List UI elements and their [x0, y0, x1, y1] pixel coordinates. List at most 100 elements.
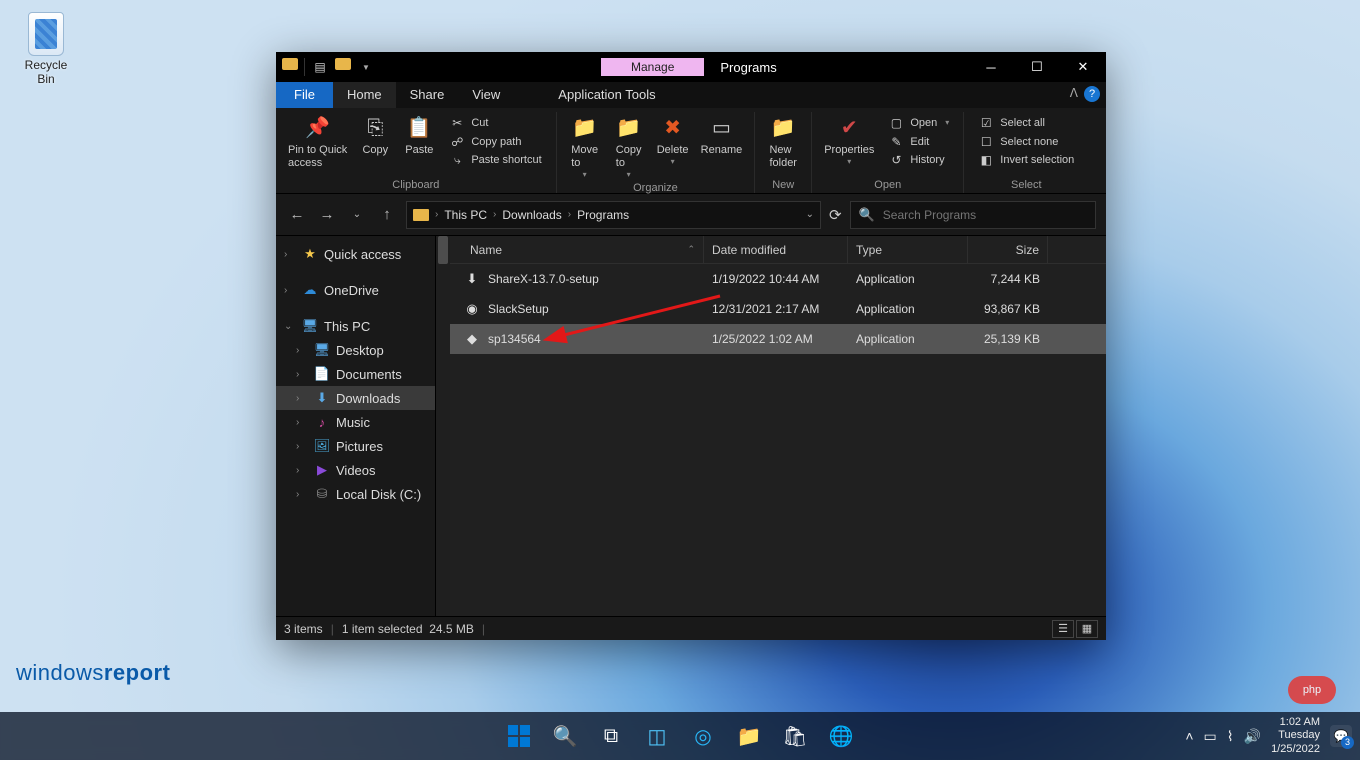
qat-properties-icon[interactable]: ▤	[311, 58, 329, 76]
edge-icon[interactable]: ◎	[683, 716, 723, 756]
menu-file[interactable]: File	[276, 82, 333, 108]
file-icon: ◆	[464, 331, 480, 347]
volume-icon[interactable]: 🔊	[1244, 728, 1261, 745]
tree-documents[interactable]: ›📄Documents	[276, 362, 435, 386]
history-button[interactable]: ↺History	[884, 151, 953, 170]
minimize-button[interactable]: ─	[968, 52, 1014, 82]
help-icon[interactable]: ?	[1084, 86, 1100, 102]
paste-button[interactable]: 📋Paste	[397, 112, 441, 159]
menu-share[interactable]: Share	[396, 82, 459, 108]
file-pane: Name⌃ Date modified Type Size ⬇ShareX-13…	[450, 236, 1106, 616]
qat-newfolder-icon[interactable]	[335, 58, 351, 70]
app-icon	[282, 58, 298, 70]
nav-forward-icon[interactable]: →	[316, 204, 338, 226]
wifi-icon[interactable]: ⌇	[1227, 728, 1234, 745]
view-details-icon[interactable]: ☰	[1052, 620, 1074, 638]
invert-button[interactable]: ◧Invert selection	[974, 151, 1078, 170]
titlebar[interactable]: ▤ ▼ Manage Programs ─ ☐ ✕	[276, 52, 1106, 82]
tree-scrollbar[interactable]	[436, 236, 450, 616]
view-large-icon[interactable]: ▦	[1076, 620, 1098, 638]
cut-button[interactable]: ✂Cut	[445, 114, 545, 133]
nav-up-icon[interactable]: ↑	[376, 204, 398, 226]
copyto-button[interactable]: 📁Copy to▾	[607, 112, 651, 182]
nav-recent-icon[interactable]: ⌄	[346, 204, 368, 226]
nav-back-icon[interactable]: ←	[286, 204, 308, 226]
manage-tab[interactable]: Manage	[601, 58, 704, 76]
path-thispc[interactable]: This PC	[444, 208, 487, 222]
file-date: 1/19/2022 10:44 AM	[704, 272, 848, 286]
refresh-icon[interactable]: ⟳	[829, 206, 842, 224]
taskbar-search-icon[interactable]: 🔍	[545, 716, 585, 756]
menu-home[interactable]: Home	[333, 82, 396, 108]
copypath-icon: ☍	[449, 134, 465, 150]
pasteshortcut-button[interactable]: ⤷Paste shortcut	[445, 151, 545, 170]
rename-button[interactable]: ▭Rename	[695, 112, 749, 159]
tree-pictures[interactable]: ›🖼Pictures	[276, 434, 435, 458]
qat-dropdown-icon[interactable]: ▼	[357, 58, 375, 76]
open-button[interactable]: ▢Open▾	[884, 114, 953, 133]
moveto-button[interactable]: 📁Move to▾	[563, 112, 607, 182]
explorer-icon[interactable]: 📁	[729, 716, 769, 756]
newfolder-icon: 📁	[769, 114, 797, 142]
path-box[interactable]: › This PC › Downloads › Programs ⌄	[406, 201, 821, 229]
file-type: Application	[848, 302, 968, 316]
store-icon[interactable]: 🛍	[775, 716, 815, 756]
pin-button[interactable]: 📌Pin to Quick access	[282, 112, 353, 172]
battery-icon[interactable]: ▭	[1204, 728, 1217, 745]
tree-localdisk[interactable]: ›⛁Local Disk (C:)	[276, 482, 435, 506]
search-icon: 🔍	[859, 207, 875, 223]
tree-onedrive[interactable]: ›☁OneDrive	[276, 278, 435, 302]
edit-button[interactable]: ✎Edit	[884, 133, 953, 152]
newfolder-button[interactable]: 📁New folder	[761, 112, 805, 172]
col-date[interactable]: Date modified	[704, 236, 848, 263]
file-row[interactable]: ◉SlackSetup12/31/2021 2:17 AMApplication…	[450, 294, 1106, 324]
search-input[interactable]	[883, 208, 1087, 222]
copyto-icon: 📁	[615, 114, 643, 142]
paste-icon: 📋	[405, 114, 433, 142]
tree-downloads[interactable]: ›⬇Downloads	[276, 386, 435, 410]
menu-apptools[interactable]: Application Tools	[544, 82, 669, 108]
widgets-icon[interactable]: ◫	[637, 716, 677, 756]
cut-icon: ✂	[449, 115, 465, 131]
tray-overflow-icon[interactable]: ˄	[1185, 728, 1193, 744]
selectall-button[interactable]: ☑Select all	[974, 114, 1078, 133]
file-name: sp134564	[488, 332, 541, 346]
selectnone-button[interactable]: ☐Select none	[974, 133, 1078, 152]
recycle-bin[interactable]: Recycle Bin	[16, 12, 76, 86]
menu-view[interactable]: View	[458, 82, 514, 108]
collapse-ribbon-icon[interactable]: ᐱ	[1070, 86, 1078, 100]
chevron-right-icon: ›	[284, 249, 296, 260]
downloads-icon: ⬇	[314, 390, 330, 406]
tree-videos[interactable]: ›▶Videos	[276, 458, 435, 482]
col-size[interactable]: Size	[968, 236, 1048, 263]
path-downloads[interactable]: Downloads	[502, 208, 561, 222]
file-row[interactable]: ⬇ShareX-13.7.0-setup1/19/2022 10:44 AMAp…	[450, 264, 1106, 294]
notifications-icon[interactable]: 💬3	[1330, 725, 1352, 747]
file-row[interactable]: ◆sp1345641/25/2022 1:02 AMApplication25,…	[450, 324, 1106, 354]
tree-quick-access[interactable]: ›★Quick access	[276, 242, 435, 266]
chrome-icon[interactable]: 🌐	[821, 716, 861, 756]
task-view-icon[interactable]: ⧉	[591, 716, 631, 756]
copy-button[interactable]: ⎘Copy	[353, 112, 397, 159]
properties-button[interactable]: ✔Properties▾	[818, 112, 880, 169]
status-bar: 3 items | 1 item selected 24.5 MB | ☰ ▦	[276, 616, 1106, 640]
chevron-right-icon: ›	[296, 441, 308, 452]
tree-music[interactable]: ›♪Music	[276, 410, 435, 434]
col-type[interactable]: Type	[848, 236, 968, 263]
col-name[interactable]: Name⌃	[450, 236, 704, 263]
file-type: Application	[848, 272, 968, 286]
path-programs[interactable]: Programs	[577, 208, 629, 222]
tree-desktop[interactable]: ›🖥Desktop	[276, 338, 435, 362]
tree-thispc[interactable]: ⌄🖥This PC	[276, 314, 435, 338]
close-button[interactable]: ✕	[1060, 52, 1106, 82]
clock[interactable]: 1:02 AMTuesday1/25/2022	[1271, 716, 1320, 756]
path-dropdown-icon[interactable]: ⌄	[806, 209, 814, 220]
column-headers: Name⌃ Date modified Type Size	[450, 236, 1106, 264]
copypath-button[interactable]: ☍Copy path	[445, 133, 545, 152]
delete-button[interactable]: ✖Delete▾	[651, 112, 695, 169]
search-box[interactable]: 🔍	[850, 201, 1096, 229]
system-tray: ˄ ▭ ⌇ 🔊 1:02 AMTuesday1/25/2022 💬3	[1185, 716, 1352, 756]
maximize-button[interactable]: ☐	[1014, 52, 1060, 82]
start-button[interactable]	[499, 716, 539, 756]
address-bar: ← → ⌄ ↑ › This PC › Downloads › Programs…	[276, 194, 1106, 236]
